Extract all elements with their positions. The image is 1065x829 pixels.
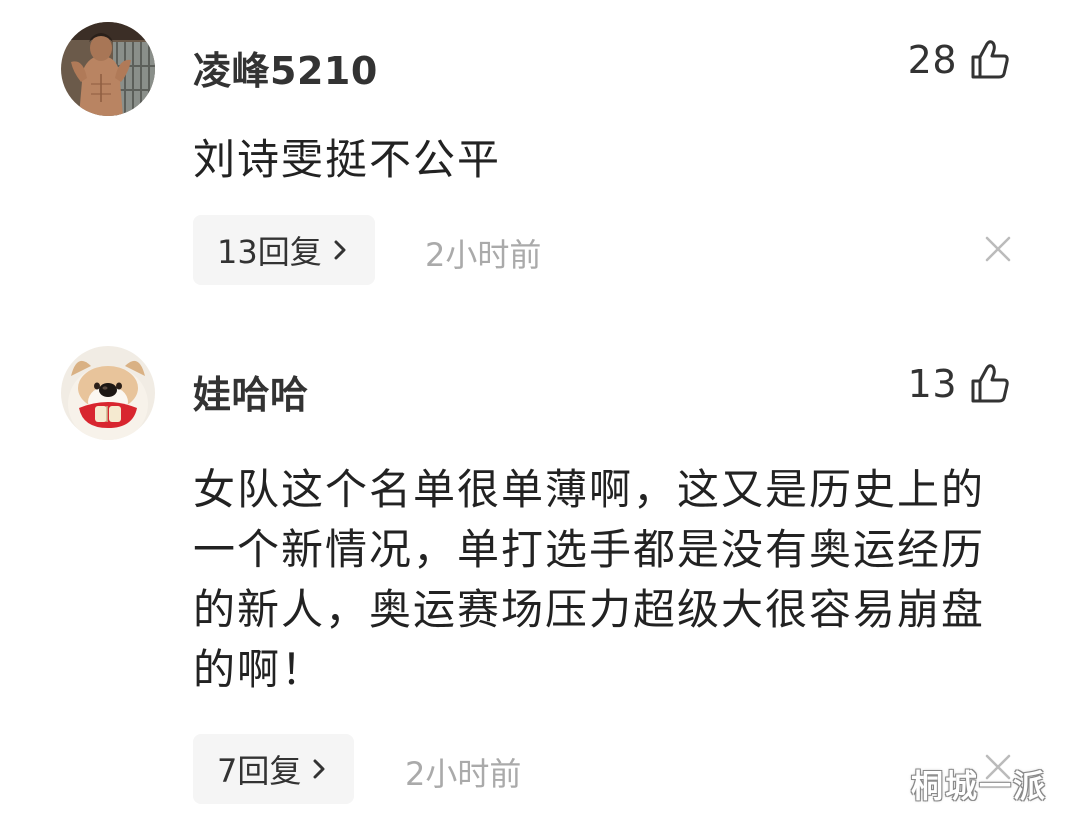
timestamp: 2小时前	[425, 236, 542, 274]
comment-text: 刘诗雯挺不公平	[193, 135, 502, 184]
reply-button[interactable]: 13回复	[193, 215, 375, 285]
thumbs-up-icon[interactable]	[969, 39, 1011, 81]
reply-count: 13回复	[217, 233, 322, 271]
like-count: 28	[907, 38, 957, 82]
like-count: 13	[907, 362, 957, 406]
watermark: 桐城一派	[910, 767, 1047, 805]
like-button[interactable]: 28	[908, 38, 1011, 82]
username[interactable]: 娃哈哈	[193, 364, 309, 419]
timestamp: 2小时前	[405, 755, 522, 793]
avatar[interactable]	[61, 22, 155, 116]
chevron-right-icon	[332, 238, 348, 262]
comment-text: 女队这个名单很单薄啊，这又是历史上的一个新情况，单打选手都是没有奥运经历的新人，…	[193, 465, 986, 694]
thumbs-up-icon[interactable]	[969, 363, 1011, 405]
chevron-right-icon	[311, 757, 327, 781]
close-icon[interactable]	[983, 234, 1013, 264]
reply-button[interactable]: 7回复	[193, 734, 355, 804]
avatar[interactable]	[61, 346, 155, 440]
like-button[interactable]: 13	[908, 362, 1011, 406]
username[interactable]: 凌峰5210	[193, 40, 378, 95]
reply-count: 7回复	[217, 752, 302, 790]
